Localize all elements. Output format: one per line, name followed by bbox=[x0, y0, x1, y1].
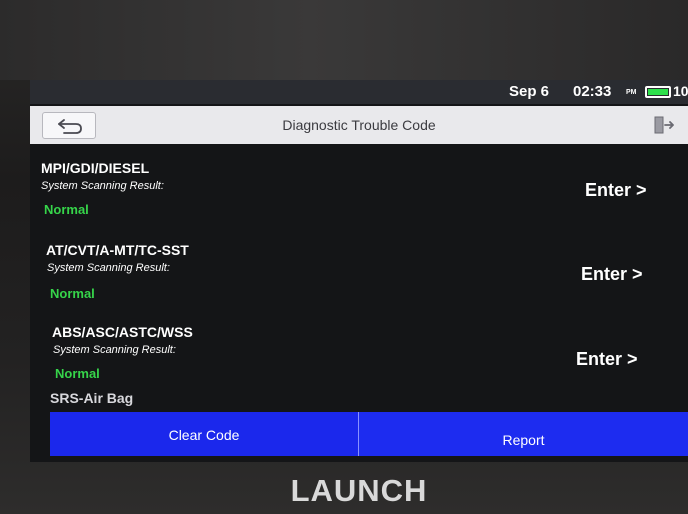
clear-code-button[interactable]: Clear Code bbox=[50, 412, 359, 456]
system-name: ABS/ASC/ASTC/WSS bbox=[52, 324, 193, 340]
scan-result-label: System Scanning Result: bbox=[53, 344, 176, 356]
report-label: Report bbox=[502, 432, 545, 448]
battery-level bbox=[648, 89, 668, 95]
scan-result-label: System Scanning Result: bbox=[41, 180, 164, 192]
system-name: MPI/GDI/DIESEL bbox=[41, 160, 150, 176]
device-screen: Sep 6 02:33 PM 10 Diagnostic Trouble Cod… bbox=[30, 80, 688, 462]
system-name: AT/CVT/A-MT/TC-SST bbox=[46, 242, 189, 258]
device-bezel bbox=[0, 0, 688, 80]
exit-icon bbox=[654, 116, 674, 134]
status-ampm: PM bbox=[626, 89, 637, 96]
enter-button[interactable]: Enter > bbox=[576, 349, 638, 370]
battery-text: 10 bbox=[673, 83, 688, 99]
scan-result-value: Normal bbox=[50, 286, 95, 301]
page-title: Diagnostic Trouble Code bbox=[282, 117, 436, 133]
system-list: MPI/GDI/DIESEL System Scanning Result: N… bbox=[30, 144, 688, 414]
list-item[interactable]: AT/CVT/A-MT/TC-SST System Scanning Resul… bbox=[30, 224, 688, 304]
list-item[interactable]: ABS/ASC/ASTC/WSS System Scanning Result:… bbox=[30, 304, 688, 384]
scan-result-value: Normal bbox=[55, 366, 100, 381]
exit-button[interactable] bbox=[643, 113, 679, 137]
status-date: Sep 6 bbox=[509, 83, 550, 100]
scan-result-label: System Scanning Result: bbox=[47, 262, 170, 274]
enter-button[interactable]: Enter > bbox=[581, 264, 643, 285]
clear-code-label: Clear Code bbox=[168, 427, 240, 443]
status-time: 02:33 bbox=[573, 83, 612, 100]
enter-button[interactable]: Enter > bbox=[585, 180, 647, 201]
title-bar: Diagnostic Trouble Code bbox=[30, 106, 688, 144]
status-bar: Sep 6 02:33 PM 10 bbox=[30, 80, 688, 104]
partial-list-item[interactable]: SRS-Air Bag bbox=[50, 390, 133, 406]
bottom-action-bar: Clear Code Report bbox=[50, 412, 688, 456]
scan-result-value: Normal bbox=[44, 202, 89, 217]
report-button[interactable]: Report bbox=[359, 412, 688, 456]
list-item[interactable]: MPI/GDI/DIESEL System Scanning Result: N… bbox=[30, 144, 688, 224]
battery-icon bbox=[645, 86, 671, 98]
brand-logo: LAUNCH bbox=[290, 473, 428, 508]
